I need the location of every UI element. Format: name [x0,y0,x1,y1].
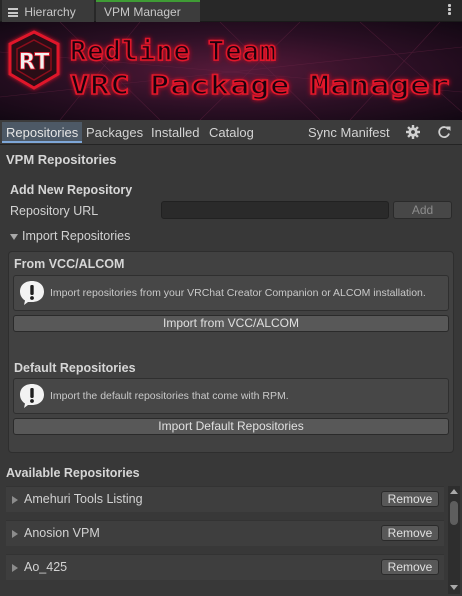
repository-url-input[interactable] [161,201,389,219]
repository-row[interactable]: Anosion VPM Remove [6,520,444,546]
banner: RT Redline Team VRC Package Manager [0,22,462,120]
tab-catalog[interactable]: Catalog [205,122,258,143]
help-text: Import repositories from your VRChat Cre… [50,287,426,299]
repository-row[interactable]: Ao_425 Remove [6,554,444,580]
repository-name-text: Anosion VPM [24,526,100,540]
sync-manifest-button[interactable]: Sync Manifest [304,122,394,143]
banner-graphic: RT Redline Team VRC Package Manager [0,22,462,120]
remove-button[interactable]: Remove [381,559,439,575]
window-tab-label: Hierarchy [24,5,76,19]
remove-button[interactable]: Remove [381,491,439,507]
logo-icon: RT [8,30,60,90]
list-icon [8,8,18,18]
window-tab-vpm-manager[interactable]: VPM Manager [96,0,200,22]
window-tab-hierarchy[interactable]: Hierarchy [2,0,94,22]
window-title-bar: Hierarchy VPM Manager [0,0,462,22]
tab-repositories[interactable]: Repositories [2,122,83,143]
repository-name: Ao_425 [12,555,67,581]
gear-icon[interactable] [405,124,421,140]
kebab-menu-icon[interactable] [448,3,452,17]
svg-text:RT: RT [19,50,50,75]
repository-name: Anosion VPM [12,521,100,547]
default-repositories-title: Default Repositories [14,361,136,375]
chevron-right-icon [12,495,18,504]
add-button[interactable]: Add [393,201,452,219]
import-group: From VCC/ALCOM Import repositories from … [8,251,454,453]
available-repositories-title: Available Repositories [6,466,140,480]
banner-title-line1: Redline Team [70,36,277,67]
tab-packages[interactable]: Packages [82,122,147,143]
chevron-down-icon [10,233,18,240]
toolbar: Repositories Packages Installed Catalog … [0,120,462,145]
foldout-label: Import Repositories [22,229,131,243]
chevron-right-icon [12,529,18,538]
help-box: Import repositories from your VRChat Cre… [13,275,449,311]
page-title: VPM Repositories [6,152,117,167]
banner-title-line2: VRC Package Manager [70,71,450,101]
repository-name-text: Ao_425 [24,560,68,574]
import-defaults-button[interactable]: Import Default Repositories [13,418,449,435]
import-vcc-button[interactable]: Import from VCC/ALCOM [13,315,449,332]
scroll-down-icon[interactable] [450,585,458,590]
window-tab-label: VPM Manager [104,5,181,19]
import-repositories-foldout[interactable]: Import Repositories [10,229,130,243]
scroll-thumb[interactable] [450,501,458,525]
add-repository-title: Add New Repository [10,183,133,197]
chevron-right-icon [12,563,18,572]
from-vcc-title: From VCC/ALCOM [14,257,125,271]
help-box: Import the default repositories that com… [13,378,449,414]
repository-url-label: Repository URL [10,204,99,218]
repository-name: Amehuri Tools Listing [12,487,143,513]
info-icon [18,383,46,409]
scroll-up-icon[interactable] [450,489,458,494]
remove-button[interactable]: Remove [381,525,439,541]
repository-row[interactable]: Amehuri Tools Listing Remove [6,486,444,512]
refresh-icon[interactable] [436,124,452,140]
tab-installed[interactable]: Installed [147,122,203,143]
repository-name-text: Amehuri Tools Listing [24,492,143,506]
vertical-scrollbar[interactable] [448,486,460,594]
info-icon [18,280,46,306]
help-text: Import the default repositories that com… [50,390,289,402]
